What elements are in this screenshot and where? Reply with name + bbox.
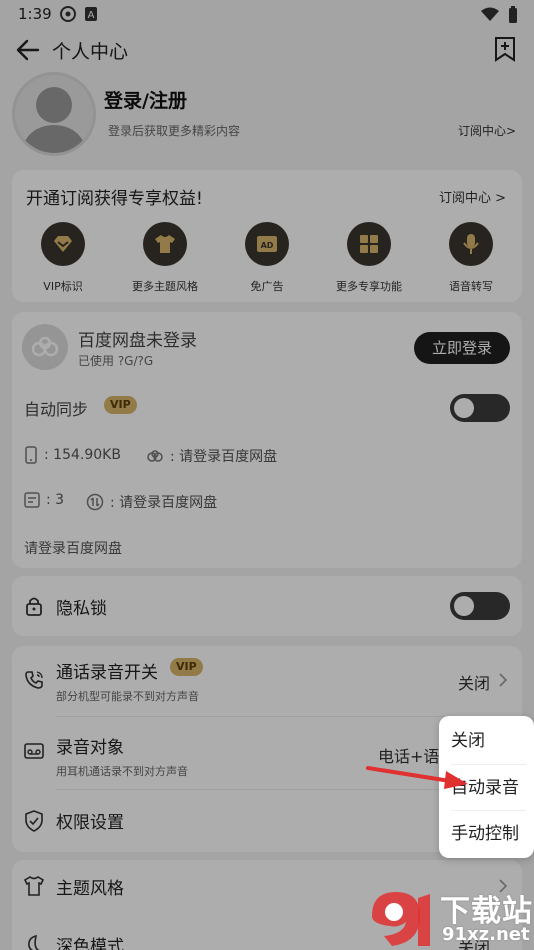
popup-option-manual-control[interactable]: 手动控制 — [439, 811, 534, 857]
popup-option-off[interactable]: 关闭 — [439, 718, 534, 764]
red-annotation-arrow-icon — [366, 766, 468, 789]
watermark-url: 91xz.net — [442, 924, 530, 945]
